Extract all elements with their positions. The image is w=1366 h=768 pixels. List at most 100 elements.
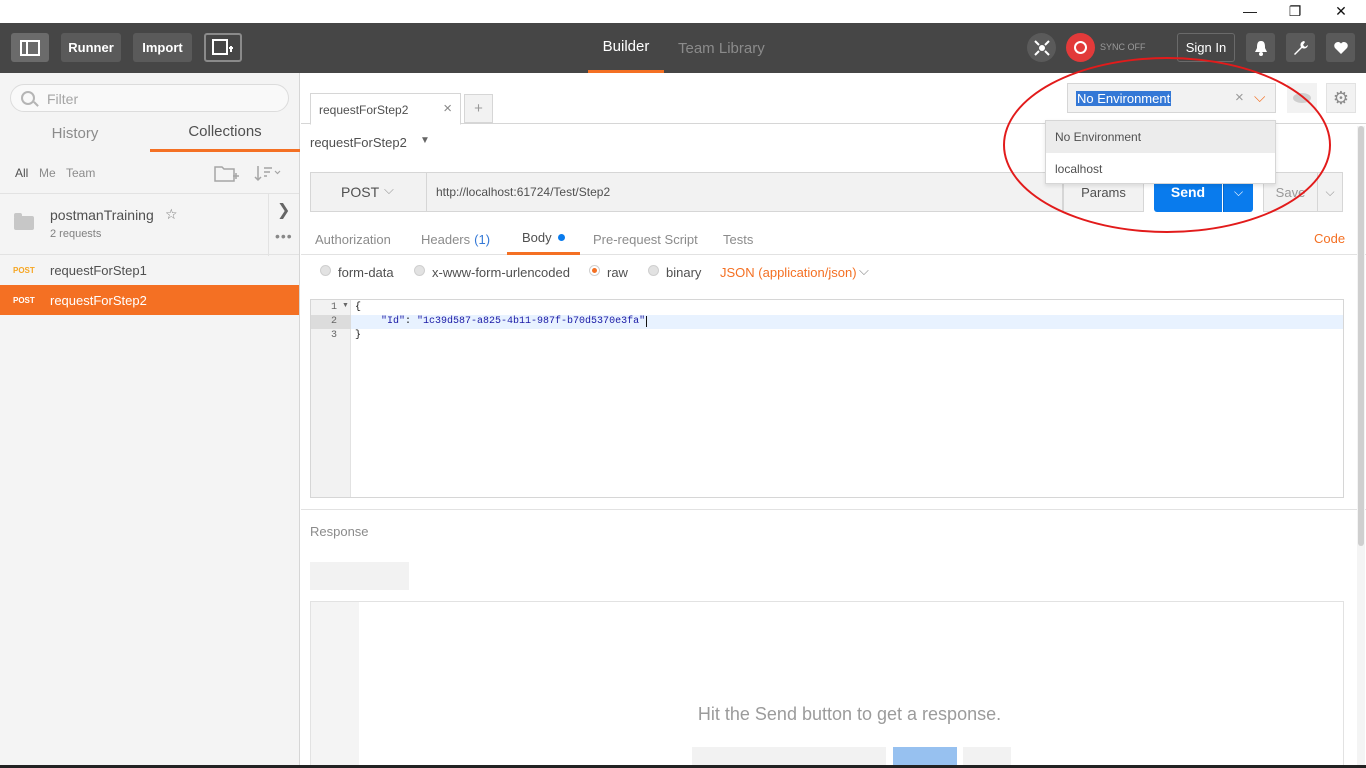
method-badge: POST <box>13 295 35 305</box>
content-type-select[interactable]: JSON (application/json) <box>720 265 857 280</box>
chevron-down-icon[interactable]: ⌵ <box>384 182 394 198</box>
radio-form-data[interactable] <box>320 265 331 276</box>
runner-button[interactable]: Runner <box>61 33 121 62</box>
method-badge: POST <box>13 265 35 275</box>
add-tab-button[interactable]: + <box>464 94 493 123</box>
radio-label[interactable]: raw <box>607 265 628 280</box>
tab-collections[interactable]: Collections <box>150 114 300 152</box>
tab-body-label: Body <box>522 230 552 245</box>
sidebar-icon <box>20 39 40 56</box>
star-icon[interactable]: ☆ <box>165 206 178 223</box>
method-select[interactable]: POST <box>310 172 427 212</box>
radio-label[interactable]: binary <box>666 265 701 280</box>
response-panel: Hit the Send button to get a response. <box>310 601 1344 768</box>
close-window-button[interactable]: ✕ <box>1318 0 1364 22</box>
chevron-right-icon[interactable]: ❯ <box>277 200 290 220</box>
response-label: Response <box>310 524 369 539</box>
list-item-active[interactable]: POST requestForStep2 <box>0 285 299 315</box>
line-number: 2 <box>311 315 351 329</box>
chevron-down-icon[interactable]: ⌵ <box>859 263 869 279</box>
save-options-button[interactable]: ⌵ <box>1318 172 1343 212</box>
tab-history[interactable]: History <box>0 114 150 152</box>
code-line: { <box>355 302 362 313</box>
radio-binary[interactable] <box>648 265 659 276</box>
tab-headers[interactable]: Headers (1) <box>421 223 490 255</box>
modified-dot-icon <box>557 234 565 241</box>
close-icon[interactable]: × <box>443 100 452 117</box>
response-divider[interactable] <box>301 509 1366 510</box>
environment-select[interactable]: No Environment × ⌵ <box>1067 83 1276 113</box>
radio-urlencoded[interactable] <box>414 265 425 276</box>
interceptor-icon[interactable] <box>1027 33 1056 62</box>
request-tab-label: requestForStep2 <box>319 103 409 117</box>
minimize-button[interactable]: — <box>1227 0 1273 22</box>
tab-authorization[interactable]: Authorization <box>315 223 391 255</box>
filter-team[interactable]: Team <box>66 166 95 180</box>
collection-name: postmanTraining <box>50 207 154 223</box>
list-item[interactable]: POST requestForStep1 <box>0 255 299 285</box>
tab-team-library[interactable]: Team Library <box>678 23 765 73</box>
request-tabbar: requestForStep2 × + No Environment × ⌵ ⚙ <box>301 73 1366 125</box>
wrench-icon[interactable] <box>1286 33 1315 62</box>
tab-builder[interactable]: Builder <box>588 23 664 73</box>
new-collection-icon[interactable] <box>214 163 240 186</box>
toggle-sidebar-button[interactable] <box>11 33 49 62</box>
more-icon[interactable]: ••• <box>275 228 293 244</box>
import-button[interactable]: Import <box>133 33 192 62</box>
gear-icon[interactable]: ⚙ <box>1326 83 1356 113</box>
restore-button[interactable]: ❐ <box>1272 0 1318 22</box>
folder-icon <box>14 213 34 230</box>
clear-icon[interactable]: × <box>1235 89 1244 106</box>
code-link[interactable]: Code <box>1314 231 1345 246</box>
eye-icon[interactable] <box>1287 83 1317 113</box>
sign-in-button[interactable]: Sign In <box>1177 33 1235 62</box>
radio-label[interactable]: form-data <box>338 265 394 280</box>
headers-count: (1) <box>474 231 491 247</box>
new-window-icon <box>212 38 233 55</box>
search-icon <box>21 91 35 105</box>
window-titlebar: — ❐ ✕ <box>0 0 1366 23</box>
response-gutter <box>311 602 359 768</box>
filter-me[interactable]: Me <box>39 166 56 180</box>
method-value: POST <box>341 184 380 200</box>
tab-body[interactable]: Body <box>507 223 580 255</box>
notifications-icon[interactable] <box>1246 33 1275 62</box>
collection-actions: ❯ ••• <box>268 194 299 256</box>
caret-down-icon[interactable]: ▼ <box>420 135 430 146</box>
sidebar: History Collections All Me Team postmanT… <box>0 73 300 768</box>
new-window-button[interactable] <box>204 33 242 62</box>
fold-icon[interactable]: ▼ <box>342 302 349 309</box>
tab-tests[interactable]: Tests <box>723 223 753 255</box>
heart-icon[interactable] <box>1326 33 1355 62</box>
body-editor[interactable]: 1 2 3 ▼ { "Id": "1c39d587-a825-4b11-987f… <box>310 299 1344 498</box>
radio-label[interactable]: x-www-form-urlencoded <box>432 265 570 280</box>
url-input[interactable] <box>427 172 1063 212</box>
json-key: "Id" <box>381 316 406 327</box>
environment-value[interactable]: No Environment <box>1076 91 1172 106</box>
response-placeholder <box>310 562 409 590</box>
filter-all[interactable]: All <box>15 166 28 180</box>
app-header: Runner Import Builder Team Library SYNC … <box>0 23 1366 73</box>
request-name: requestForStep2 <box>50 292 147 308</box>
request-name: requestForStep1 <box>50 262 147 278</box>
filter-input[interactable] <box>47 90 277 108</box>
sort-icon[interactable] <box>254 164 282 185</box>
tab-prerequest-script[interactable]: Pre-request Script <box>593 223 698 255</box>
editor-gutter: 1 2 3 ▼ <box>311 300 351 497</box>
request-title[interactable]: requestForStep2 <box>310 135 407 150</box>
radio-raw[interactable] <box>589 265 600 276</box>
environment-option[interactable]: localhost <box>1046 153 1275 185</box>
sync-icon[interactable] <box>1066 33 1095 62</box>
json-value: "1c39d587-a825-4b11-987f-b70d5370e3fa" <box>417 316 646 327</box>
line-number: 3 <box>330 330 337 341</box>
collection-count: 2 requests <box>50 228 102 240</box>
main-panel: requestForStep2 × + No Environment × ⌵ ⚙… <box>301 73 1366 768</box>
filter-box[interactable] <box>10 84 289 112</box>
collection-row[interactable]: postmanTraining ☆ 2 requests ❯ ••• <box>0 193 299 256</box>
scrollbar-thumb[interactable] <box>1358 126 1364 546</box>
tab-headers-label: Headers <box>421 231 471 247</box>
response-hint: Hit the Send button to get a response. <box>697 704 1002 724</box>
request-tab[interactable]: requestForStep2 × <box>310 93 461 125</box>
chevron-down-icon[interactable]: ⌵ <box>1254 89 1265 106</box>
environment-option[interactable]: No Environment <box>1046 121 1275 153</box>
